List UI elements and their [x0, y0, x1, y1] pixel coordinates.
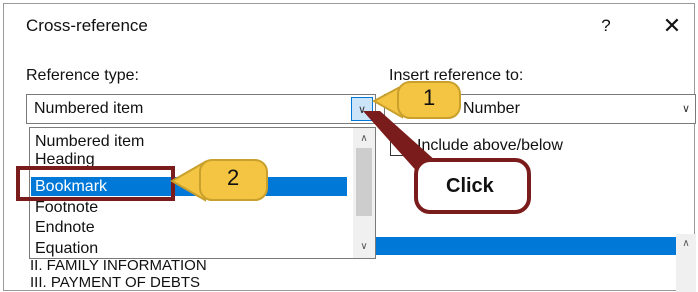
list-item[interactable]: Footnote — [35, 198, 98, 217]
reference-type-value: Numbered item — [34, 100, 144, 117]
include-above-below-label: Include above/below — [417, 137, 563, 154]
list-item[interactable]: Endnote — [35, 218, 95, 237]
cross-reference-dialog: Cross-reference ? ✕ Reference type: Inse… — [3, 3, 697, 292]
reference-type-dropdown[interactable]: Numbered item ∨ — [26, 94, 376, 124]
reference-type-list[interactable]: Numbered item Heading Bookmark Footnote … — [29, 127, 376, 259]
list-item[interactable]: Equation — [35, 239, 98, 258]
scrollbar-thumb[interactable] — [356, 148, 372, 216]
title-bar: Cross-reference ? ✕ — [4, 4, 694, 46]
chevron-down-icon[interactable]: ∨ — [353, 238, 375, 256]
close-button[interactable]: ✕ — [652, 10, 692, 42]
chevron-up-icon[interactable]: ∧ — [353, 130, 375, 148]
callout-2-number: 2 — [227, 165, 240, 190]
list-item[interactable]: III. PAYMENT OF DEBTS — [30, 274, 200, 291]
list-item-selected[interactable]: Bookmark — [31, 177, 347, 196]
list-scrollbar[interactable]: ∧ ∨ — [353, 128, 375, 258]
include-above-below-checkbox[interactable] — [390, 139, 407, 156]
for-which-selected-row[interactable] — [376, 237, 676, 255]
for-which-scrollbar[interactable]: ∧ — [676, 234, 696, 292]
callout-1-number: 1 — [423, 85, 436, 110]
insert-reference-value: Number — [463, 100, 520, 117]
chevron-down-icon[interactable]: ∨ — [675, 97, 697, 121]
help-button[interactable]: ? — [588, 10, 624, 42]
list-item[interactable]: II. FAMILY INFORMATION — [30, 257, 207, 274]
list-item[interactable]: Heading — [35, 150, 95, 169]
click-callout-text: Click — [446, 175, 494, 197]
chevron-up-icon[interactable]: ∧ — [676, 238, 696, 249]
insert-reference-label: Insert reference to: — [389, 67, 524, 84]
list-item[interactable]: Numbered item — [35, 132, 144, 151]
dialog-title: Cross-reference — [26, 16, 148, 35]
chevron-down-icon[interactable]: ∨ — [351, 97, 373, 121]
reference-type-label: Reference type: — [26, 67, 139, 84]
